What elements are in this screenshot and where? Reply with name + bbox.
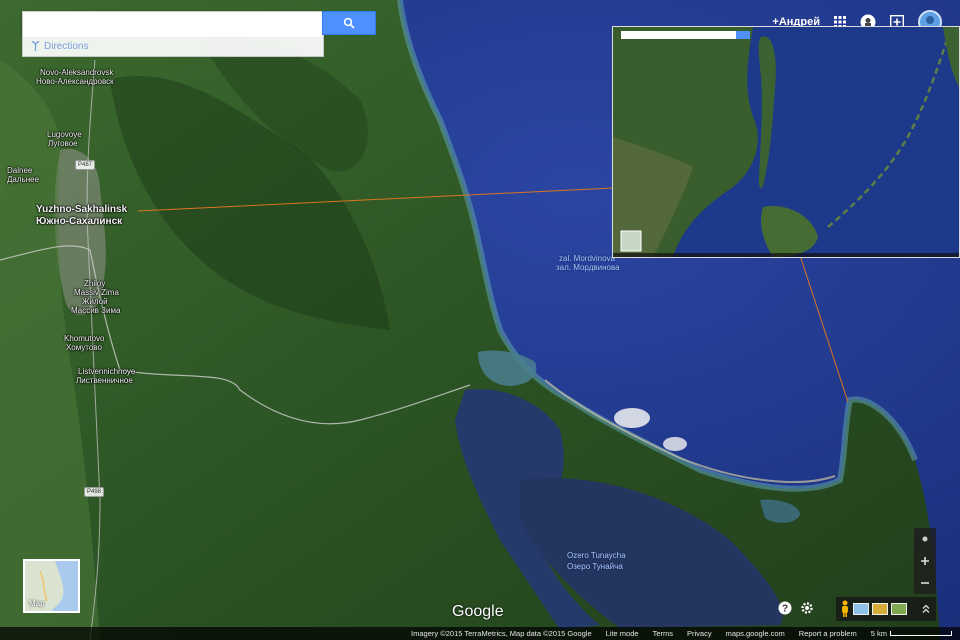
place-label-zhiloy-ru2: Массив Зима (71, 306, 121, 315)
cloud (663, 437, 687, 451)
directions-label: Directions (44, 40, 89, 52)
zoom-in-button[interactable] (914, 550, 936, 572)
place-label-listv-en: Listvennichnoye (78, 367, 136, 376)
place-label-lugovoye-en: Lugovoye (47, 130, 82, 139)
place-label-novo-ru: Ново-Александровск (36, 77, 114, 86)
maps-url-link[interactable]: maps.google.com (726, 629, 785, 638)
cloud (614, 408, 650, 428)
report-problem-link[interactable]: Report a problem (799, 629, 857, 638)
terms-link[interactable]: Terms (653, 629, 673, 638)
google-logo: Google (452, 603, 504, 620)
place-label-dalneye-ru: Дальнее (7, 175, 40, 184)
lite-mode-link[interactable]: Lite mode (606, 629, 639, 638)
pegman-icon[interactable] (840, 600, 850, 618)
place-label-mordvinova-en: zal. Mordvinova (559, 254, 616, 263)
place-label-listv-ru: Лиственничное (76, 376, 133, 385)
inset-minimap (620, 230, 642, 252)
scale-bar: 5 km (871, 629, 952, 638)
place-label-tunaycha-ru: Озеро Тунайча (567, 562, 623, 571)
imagery-strip (836, 597, 936, 621)
place-label-lugovoye-ru: Луговое (48, 139, 78, 148)
help-icon[interactable]: ? (778, 601, 792, 615)
search-input[interactable] (23, 12, 325, 34)
place-label-zhiloy-ru: Жилой (82, 297, 108, 306)
map-view-toggle[interactable]: Map (23, 559, 80, 613)
bottom-tools: ? (778, 596, 814, 620)
expand-up-icon[interactable] (922, 604, 930, 614)
road-shield-p487: P487 (75, 160, 96, 170)
footer-bar: Imagery ©2015 TerraMetrics, Map data ©20… (0, 627, 960, 640)
place-label-zhiloy-en2: Massiv Zima (74, 288, 119, 297)
inset-searchbox (621, 31, 736, 39)
road-shield-p498: P498 (84, 487, 105, 497)
plus-icon (921, 557, 929, 565)
inset-search-button (736, 31, 750, 39)
zoom-out-button[interactable] (914, 572, 936, 594)
place-label-novo-en: Novo-Aleksandrovsk (40, 68, 114, 77)
minimap-label: Map (29, 599, 45, 608)
search-box (22, 11, 325, 37)
photo-thumbnail[interactable] (891, 603, 907, 615)
gear-icon[interactable] (800, 601, 814, 615)
place-label-city-en: Yuzhno-Sakhalinsk (36, 204, 128, 215)
privacy-link[interactable]: Privacy (687, 629, 712, 638)
directions-link[interactable]: Directions (22, 36, 324, 57)
compass-button[interactable] (914, 528, 936, 550)
overview-inset[interactable] (612, 26, 960, 258)
place-label-city-ru: Южно-Сахалинск (36, 216, 123, 227)
place-label-tunaycha-en: Ozero Tunaycha (567, 551, 626, 560)
photo-thumbnail[interactable] (853, 603, 869, 615)
search-icon (343, 17, 355, 29)
zoom-controls (914, 528, 936, 594)
place-label-zhiloy-en: Zhiloy (84, 279, 106, 288)
inset-map (613, 27, 959, 257)
minus-icon (921, 582, 929, 584)
place-label-khomutovo-en: Khomutovo (64, 334, 105, 343)
place-label-khomutovo-ru: Хомутово (66, 343, 102, 352)
svg-text:?: ? (782, 604, 788, 615)
imagery-credit: Imagery ©2015 TerraMetrics, Map data ©20… (411, 629, 592, 638)
scale-label: 5 km (870, 629, 887, 638)
directions-icon (31, 41, 40, 51)
photo-thumbnail[interactable] (872, 603, 888, 615)
place-label-mordvinova-ru: зал. Мордвинова (556, 263, 620, 272)
compass-icon (922, 536, 928, 542)
inset-footer (613, 253, 959, 257)
scale-line (890, 631, 952, 636)
search-button[interactable] (322, 11, 376, 35)
place-label-dalneye-en: Dalnee (7, 166, 33, 175)
